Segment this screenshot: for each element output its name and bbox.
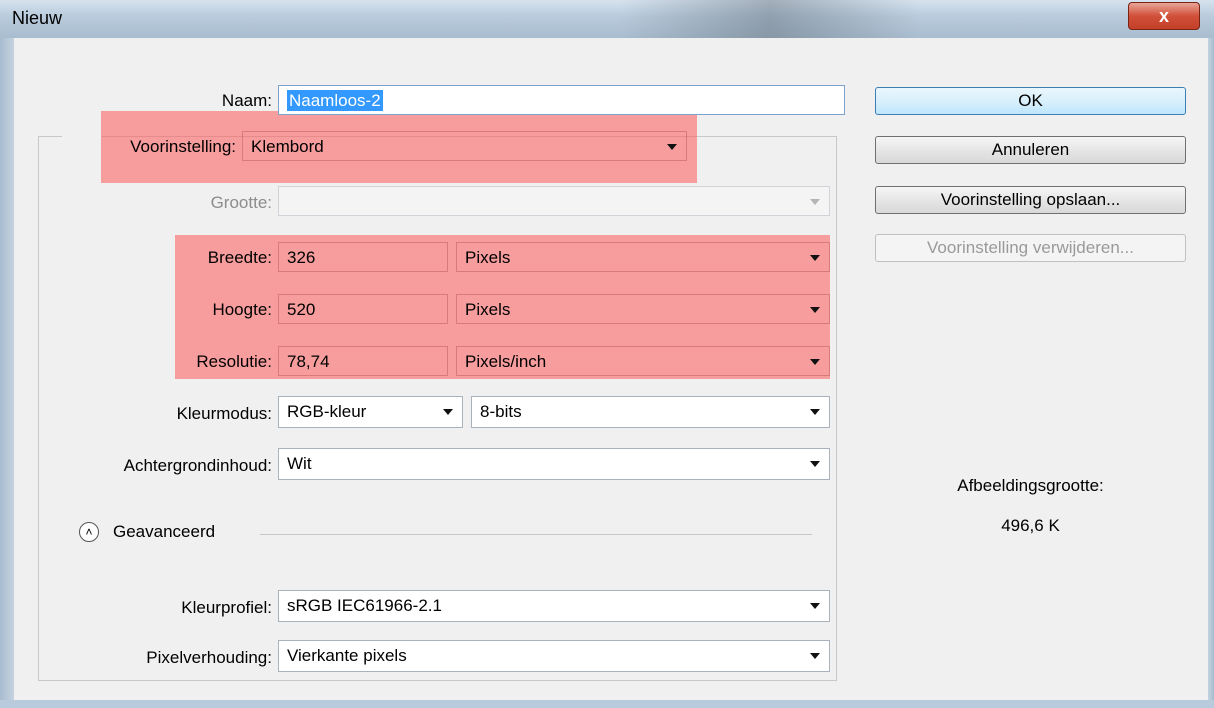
bit-depth-value: 8-bits [480,402,522,421]
size-label: Grootte: [210,193,272,212]
chevron-down-icon [810,603,820,609]
color-mode-select[interactable]: RGB-kleur [278,396,463,428]
collapse-up-icon[interactable]: ˄ [79,522,99,542]
preset-value: Klembord [251,137,324,156]
width-label: Breedte: [207,248,272,267]
height-unit-value: Pixels [465,300,511,319]
pixel-aspect-value: Vierkante pixels [287,646,407,665]
title-bar-sheen [620,0,920,38]
background-label: Achtergrondinhoud: [123,456,272,475]
color-profile-label: Kleurprofiel: [181,598,272,617]
chevron-down-icon [810,199,820,205]
size-select[interactable] [278,186,830,216]
ok-button[interactable]: OK [875,87,1186,115]
name-value: Naamloos-2 [287,90,383,111]
save-preset-button[interactable]: Voorinstelling opslaan... [875,186,1186,214]
advanced-divider [260,534,812,535]
close-icon: x [1158,6,1169,26]
chevron-down-icon [810,461,820,467]
chevron-down-icon [810,307,820,313]
chevron-down-icon [810,653,820,659]
preset-select[interactable]: Klembord [242,131,687,161]
chevron-down-icon [667,144,677,150]
color-profile-value: sRGB IEC61966-2.1 [287,596,442,615]
color-mode-value: RGB-kleur [287,402,367,421]
chevron-down-icon [810,255,820,261]
delete-preset-button[interactable]: Voorinstelling verwijderen... [875,234,1186,262]
window-border-left [0,38,14,708]
image-size-label: Afbeeldingsgrootte: [957,476,1104,495]
resolution-value: 78,74 [287,352,330,371]
cancel-button[interactable]: Annuleren [875,136,1186,164]
height-value: 520 [287,300,316,319]
resolution-input[interactable]: 78,74 [278,346,448,376]
height-unit-select[interactable]: Pixels [456,294,830,324]
resolution-unit-select[interactable]: Pixels/inch [456,346,830,376]
width-unit-value: Pixels [465,248,511,267]
title-bar: Nieuw x [0,0,1214,39]
window-border-right [1208,38,1214,708]
chevron-down-icon [810,359,820,365]
groupbox-label-gap [62,130,102,142]
background-select[interactable]: Wit [278,448,830,480]
bit-depth-select[interactable]: 8-bits [471,396,830,428]
color-profile-select[interactable]: sRGB IEC61966-2.1 [278,590,830,622]
height-label: Hoogte: [212,300,272,319]
close-button[interactable]: x [1128,2,1200,30]
new-document-dialog: Naam: Naamloos-2 Voorinstelling: Klembor… [0,38,1214,708]
pixel-aspect-select[interactable]: Vierkante pixels [278,640,830,672]
height-input[interactable]: 520 [278,294,448,324]
window-border-bottom [0,700,1214,708]
background-value: Wit [287,454,312,473]
chevron-down-icon [443,409,453,415]
resolution-label: Resolutie: [196,352,272,371]
preset-label: Voorinstelling: [130,137,236,156]
advanced-label[interactable]: Geavanceerd [113,522,215,542]
name-input[interactable]: Naamloos-2 [278,85,845,115]
width-unit-select[interactable]: Pixels [456,242,830,272]
name-label: Naam: [221,91,272,110]
image-size-value: 496,6 K [1001,516,1060,535]
width-value: 326 [287,248,316,267]
resolution-unit-value: Pixels/inch [465,352,547,371]
pixel-aspect-label: Pixelverhouding: [146,648,272,667]
width-input[interactable]: 326 [278,242,448,272]
window-title: Nieuw [12,8,63,28]
chevron-down-icon [810,409,820,415]
color-mode-label: Kleurmodus: [176,404,272,423]
